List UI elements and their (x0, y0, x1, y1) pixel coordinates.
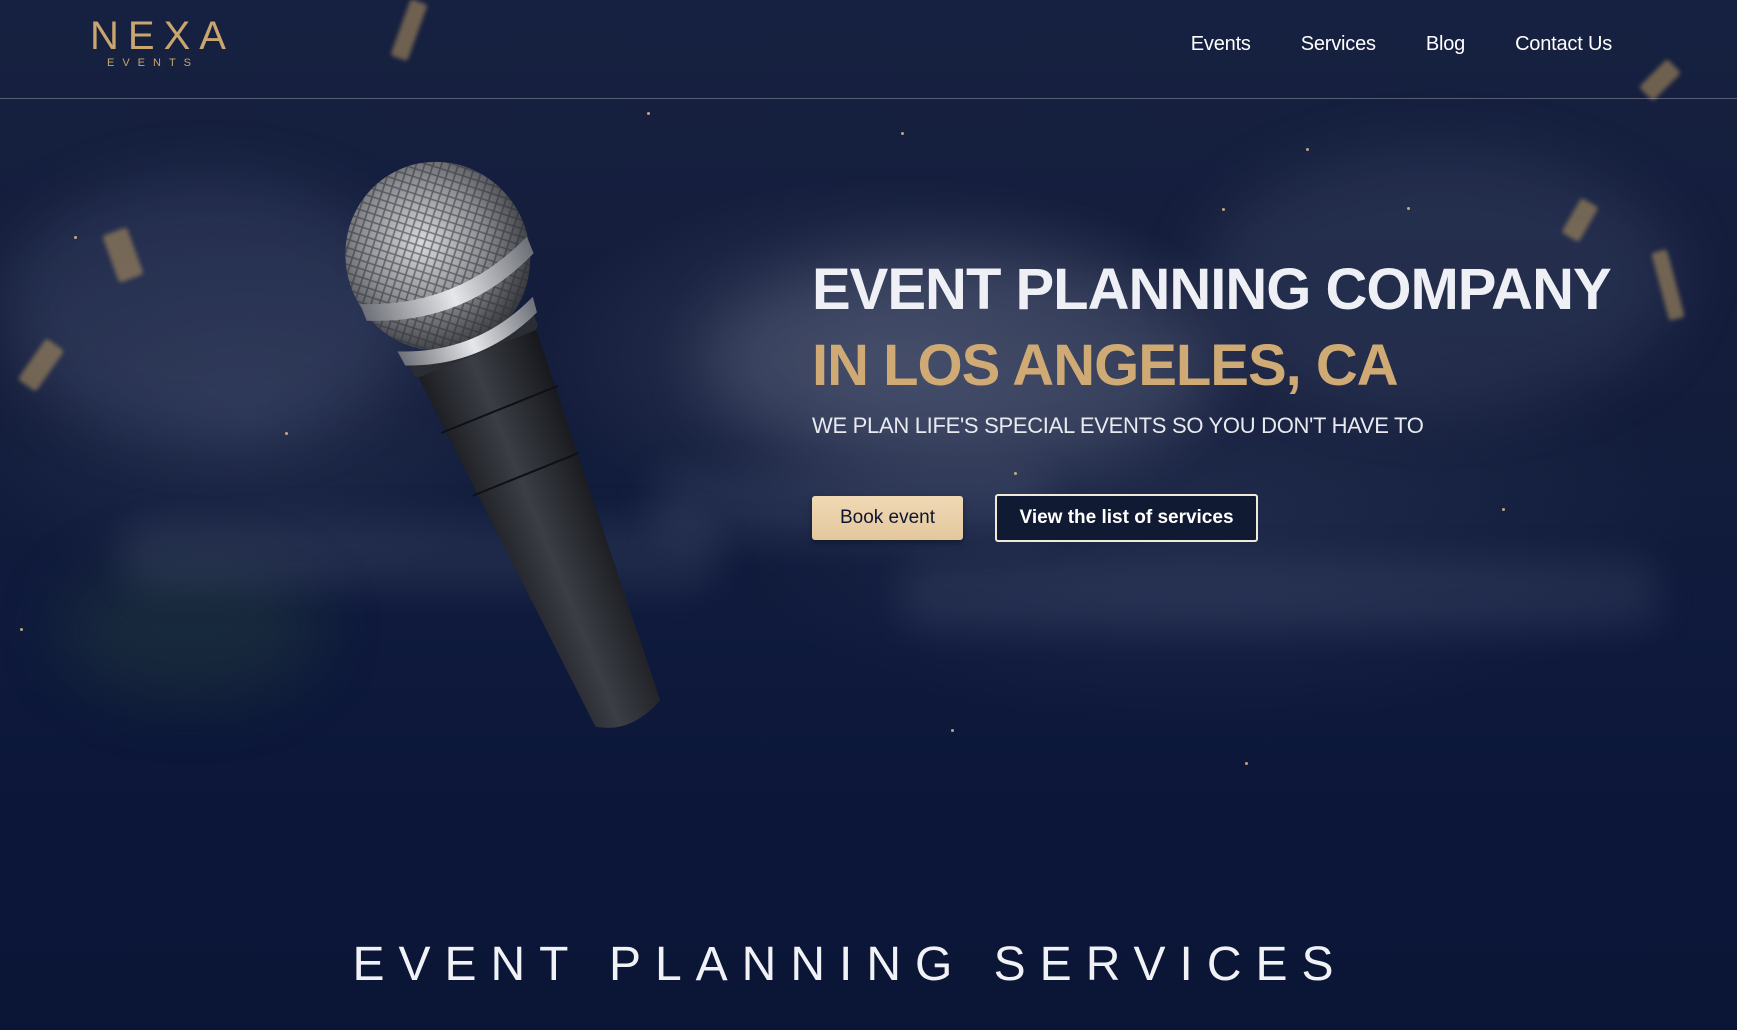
hero-section: EVENT PLANNING COMPANY IN LOS ANGELES, C… (812, 255, 1712, 441)
sparkle (74, 236, 77, 239)
sparkle (1245, 762, 1248, 765)
main-nav: Events Services Blog Contact Us (1191, 30, 1612, 58)
logo-subtext: EVENTS (107, 57, 200, 69)
services-section-title: EVENT PLANNING SERVICES (352, 938, 1348, 991)
microphone-image (345, 161, 661, 728)
landing-page: NEXA EVENTS Events Services Blog Contact… (0, 0, 1737, 1030)
sparkle (901, 132, 904, 135)
sparkle (1306, 148, 1309, 151)
sparkle (1502, 508, 1505, 511)
confetti (1561, 197, 1599, 243)
nav-item-services[interactable]: Services (1301, 30, 1376, 58)
logo-text: NEXA (90, 14, 235, 58)
sparkle (285, 432, 288, 435)
sparkle (20, 628, 23, 631)
sparkle (951, 729, 954, 732)
sparkle (1014, 472, 1017, 475)
nav-item-events[interactable]: Events (1191, 30, 1251, 58)
view-services-button[interactable]: View the list of services (995, 494, 1258, 542)
sparkle (1222, 208, 1225, 211)
brand-logo[interactable]: NEXA EVENTS (90, 16, 226, 72)
confetti (102, 227, 144, 283)
book-event-button[interactable]: Book event (812, 496, 963, 540)
background-blur (900, 560, 1660, 630)
sparkle (647, 112, 650, 115)
hero-title-location: IN LOS ANGELES, CA (812, 333, 1399, 398)
sparkle (1407, 207, 1410, 210)
nav-item-blog[interactable]: Blog (1426, 30, 1465, 58)
hero-buttons: Book event View the list of services (812, 494, 1258, 542)
site-header: NEXA EVENTS Events Services Blog Contact… (0, 0, 1737, 99)
hero-subtitle: WE PLAN LIFE'S SPECIAL EVENTS SO YOU DON… (812, 413, 1424, 438)
hero-title: EVENT PLANNING COMPANY (812, 257, 1612, 322)
nav-item-contact-us[interactable]: Contact Us (1515, 30, 1612, 58)
confetti (17, 338, 65, 392)
